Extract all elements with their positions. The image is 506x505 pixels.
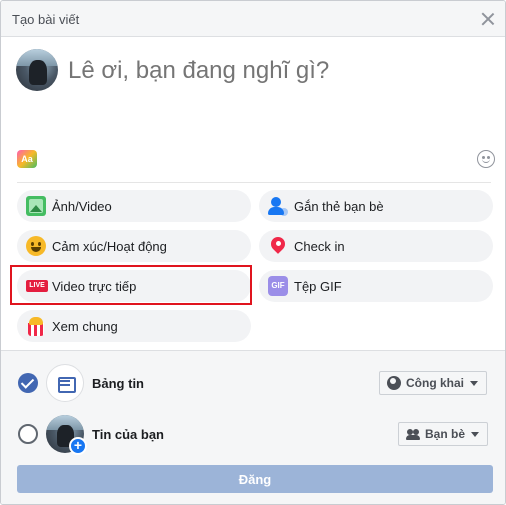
privacy-label: Bạn bè (425, 427, 466, 441)
option-feeling-activity[interactable]: Cảm xúc/Hoạt động (17, 230, 251, 262)
create-post-dialog: Tạo bài viết Aa Ảnh/Video Gắn thẻ bạn bè… (0, 0, 506, 505)
news-feed-label: Bảng tin (92, 376, 144, 391)
emoji-icon[interactable] (477, 150, 495, 168)
news-feed-checkbox[interactable] (18, 373, 38, 393)
option-tag-friends[interactable]: Gắn thẻ bạn bè (259, 190, 493, 222)
option-watch-party[interactable]: Xem chung (17, 310, 251, 342)
option-gif[interactable]: GIF Tệp GIF (259, 270, 493, 302)
post-text-input[interactable] (68, 57, 488, 85)
option-label: Check in (294, 239, 345, 254)
option-label: Xem chung (52, 319, 118, 334)
photo-video-icon (26, 196, 46, 216)
dialog-header: Tạo bài viết (1, 1, 505, 37)
highlight-box (10, 265, 252, 305)
share-destinations: Bảng tin Công khai + Tin của bạn Bạn bè … (1, 350, 505, 504)
chevron-down-icon (470, 381, 479, 386)
location-pin-icon (268, 236, 288, 256)
post-options: Ảnh/Video Gắn thẻ bạn bè Cảm xúc/Hoạt độ… (17, 182, 493, 342)
option-photo-video[interactable]: Ảnh/Video (17, 190, 251, 222)
option-check-in[interactable]: Check in (259, 230, 493, 262)
gif-icon: GIF (268, 276, 288, 296)
feeling-icon (26, 236, 46, 256)
dialog-title: Tạo bài viết (12, 12, 80, 27)
option-label: Ảnh/Video (52, 199, 112, 214)
news-feed-icon (46, 364, 84, 402)
option-label: Gắn thẻ bạn bè (294, 199, 384, 214)
friends-icon (406, 427, 420, 441)
chevron-down-icon (471, 432, 480, 437)
avatar (16, 49, 58, 91)
story-label: Tin của bạn (92, 427, 164, 442)
plus-icon: + (69, 437, 87, 455)
option-label: Cảm xúc/Hoạt động (52, 239, 167, 254)
watch-party-icon (26, 316, 46, 336)
composer: Aa (1, 38, 505, 180)
story-privacy-dropdown[interactable]: Bạn bè (398, 422, 489, 446)
globe-icon (387, 376, 401, 390)
option-label: Tệp GIF (294, 279, 342, 294)
news-feed-privacy-dropdown[interactable]: Công khai (379, 371, 488, 395)
close-icon[interactable] (479, 10, 497, 28)
story-checkbox[interactable] (18, 424, 38, 444)
post-button[interactable]: Đăng (17, 465, 493, 493)
tag-friends-icon (268, 196, 288, 216)
text-background-icon[interactable]: Aa (17, 150, 37, 168)
privacy-label: Công khai (406, 376, 465, 390)
